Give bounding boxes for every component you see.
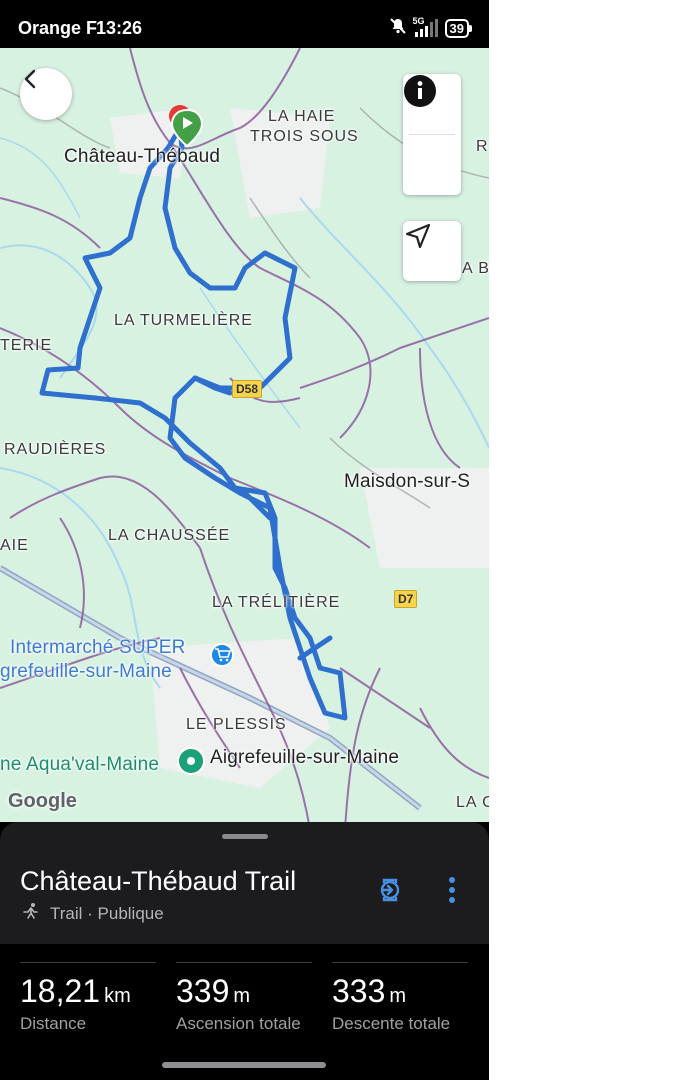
back-button[interactable] xyxy=(20,68,72,120)
map-label-edge-b: A B xyxy=(462,260,489,277)
map-label-intermarche[interactable]: Intermarché SUPER xyxy=(10,637,186,659)
stat-label: Distance xyxy=(20,1014,87,1033)
running-icon xyxy=(22,902,40,925)
home-indicator[interactable] xyxy=(162,1062,326,1068)
map-label-la-haie: LA HAIE xyxy=(268,108,336,125)
stat-ascent: 339 m Ascension totale xyxy=(176,962,312,1034)
stat-label: Descente totale xyxy=(332,1014,451,1033)
map-label-terie: TERIE xyxy=(0,337,53,354)
stat-value: 333 xyxy=(332,973,386,1009)
map-label-raudieres: RAUDIÈRES xyxy=(4,441,107,458)
mute-icon xyxy=(389,17,407,40)
stat-distance: 18,21 km Distance xyxy=(20,962,156,1034)
sheet-header: Château-Thébaud Trail Trail · Publique xyxy=(0,822,489,944)
map-label-la-turmeliere: LA TURMELIÈRE xyxy=(114,312,253,329)
map-label-aquaval[interactable]: ne Aqua'val-Maine xyxy=(0,754,159,776)
map-label-maisdon: Maisdon-sur-S xyxy=(344,471,471,492)
battery-indicator: 39 xyxy=(444,18,473,38)
map-label-edge-r: R xyxy=(476,138,489,155)
road-shield-d58: D58 xyxy=(232,380,263,398)
send-to-device-icon xyxy=(375,875,405,910)
map-label-aigrefeuille: Aigrefeuille-sur-Maine xyxy=(210,747,400,768)
map-label-trois-sous: TROIS SOUS xyxy=(250,128,359,145)
google-logo: Google xyxy=(8,790,77,812)
supermarket-poi-icon[interactable] xyxy=(210,643,234,667)
drag-handle[interactable] xyxy=(222,834,268,839)
road-shield-d7: D7 xyxy=(394,590,418,608)
map-controls-group xyxy=(403,74,461,195)
map-label-le-plessis: LE PLESSIS xyxy=(186,716,287,733)
trail-bottom-sheet: Château-Thébaud Trail Trail · Publique 1… xyxy=(0,822,489,1080)
map-label-aigrefeuille-sub[interactable]: grefeuille-sur-Maine xyxy=(0,661,172,683)
map-label-aie: AIE xyxy=(0,537,29,554)
stat-value: 18,21 xyxy=(20,973,101,1009)
signal-icon: 5G xyxy=(413,16,439,38)
more-vertical-icon xyxy=(448,876,456,909)
carrier-name: Orange F xyxy=(18,18,98,38)
stat-unit: m xyxy=(389,985,407,1007)
map-label-la-trelitiere: LA TRÉLITIÈRE xyxy=(212,594,341,611)
navigate-button[interactable] xyxy=(403,221,461,281)
more-options-button[interactable] xyxy=(436,874,468,910)
stat-unit: m xyxy=(233,985,251,1007)
map-view[interactable]: LA HAIE TROIS SOUS Château-Thébaud R A B… xyxy=(0,48,489,830)
phone-screen: Orange F 13:26 5G 39 LA HAIE TROIS SOUS … xyxy=(0,0,489,1080)
stat-label: Ascension totale xyxy=(176,1014,301,1033)
navigate-cell xyxy=(403,221,461,281)
status-icons: 5G 39 xyxy=(389,16,473,40)
map-label-chateau-thebaud: Château-Thébaud xyxy=(64,146,221,167)
stat-descent: 333 m Descente totale xyxy=(332,962,468,1034)
map-label-la-chaussee: LA CHAUSSÉE xyxy=(108,527,231,544)
stat-unit: km xyxy=(104,985,131,1007)
trail-meta-text: Trail · Publique xyxy=(50,903,164,923)
aquatic-center-poi-icon[interactable] xyxy=(177,747,205,775)
send-to-device-button[interactable] xyxy=(372,874,408,910)
status-time: 13:26 xyxy=(96,18,143,38)
stat-value: 339 xyxy=(176,973,230,1009)
trail-title: Château-Thébaud Trail xyxy=(20,866,297,896)
trail-meta: Trail · Publique xyxy=(22,902,164,925)
status-bar: Orange F 13:26 5G 39 xyxy=(0,0,489,48)
map-label-edge-la: LA C xyxy=(456,794,489,811)
info-button[interactable] xyxy=(403,75,461,195)
